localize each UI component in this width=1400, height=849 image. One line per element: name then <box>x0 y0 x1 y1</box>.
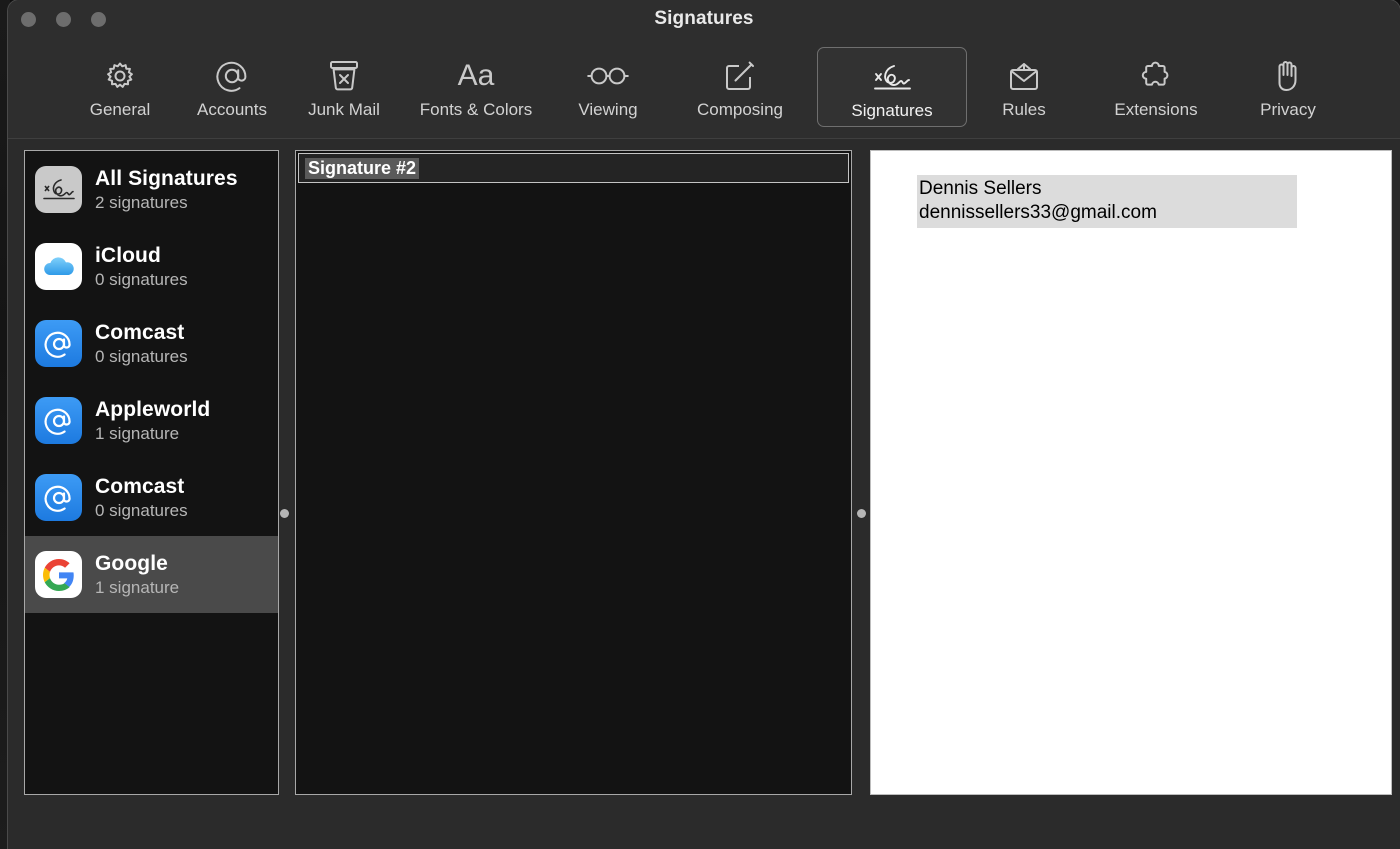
signature-list-item[interactable]: Signature #2 <box>298 153 849 183</box>
toolbar-item-extensions[interactable]: Extensions <box>1081 47 1231 127</box>
at-sign-icon <box>213 56 251 96</box>
screenshot-root: Signatures General Accounts Junk Mail Aa… <box>0 0 1400 849</box>
account-text: iCloud 0 signatures <box>95 244 188 290</box>
preview-body: Dennis Sellers dennissellers33@gmail.com <box>871 151 1391 228</box>
account-text: Comcast 0 signatures <box>95 475 188 521</box>
account-signature-count: 1 signature <box>95 578 180 598</box>
signature-account-icon <box>35 166 82 213</box>
toolbar-item-fonts-colors[interactable]: Aa Fonts & Colors <box>401 47 551 127</box>
toolbar-label: Accounts <box>197 100 267 119</box>
signature-preview-text: Dennis Sellers dennissellers33@gmail.com <box>917 175 1297 228</box>
signature-list-panel: Signature #2 <box>295 150 852 795</box>
account-text: Comcast 0 signatures <box>95 321 188 367</box>
toolbar-item-composing[interactable]: Composing <box>665 47 815 127</box>
toolbar-label: Signatures <box>851 101 933 120</box>
toolbar-label: Extensions <box>1114 100 1198 119</box>
window-title: Signatures <box>654 8 754 29</box>
account-text: Appleworld 1 signature <box>95 398 210 444</box>
signature-name-field[interactable]: Signature #2 <box>305 157 420 179</box>
icloud-icon <box>35 243 82 290</box>
at-sign-account-icon <box>35 397 82 444</box>
toolbar-label: Privacy <box>1260 100 1316 119</box>
gear-icon <box>102 56 138 96</box>
account-row-icloud[interactable]: iCloud 0 signatures <box>25 228 278 305</box>
account-text: All Signatures 2 signatures <box>95 167 238 213</box>
toolbar-item-rules[interactable]: Rules <box>969 47 1079 127</box>
preview-divider-handle[interactable] <box>857 509 866 518</box>
account-signature-count: 0 signatures <box>95 270 188 290</box>
google-g-icon <box>35 551 82 598</box>
signatures-preferences-window: Signatures General Accounts Junk Mail Aa… <box>8 0 1400 849</box>
toolbar-label: Rules <box>1002 100 1046 119</box>
account-row-appleworld[interactable]: Appleworld 1 signature <box>25 382 278 459</box>
glasses-icon <box>586 56 630 96</box>
account-name: Google <box>95 551 168 575</box>
toolbar-item-viewing[interactable]: Viewing <box>553 47 663 127</box>
toolbar-label: Composing <box>697 100 783 119</box>
at-sign-account-icon <box>35 474 82 521</box>
account-row-comcast-2[interactable]: Comcast 0 signatures <box>25 459 278 536</box>
account-name: iCloud <box>95 243 161 267</box>
toolbar-item-junk-mail[interactable]: Junk Mail <box>289 47 399 127</box>
signature-icon <box>867 57 917 97</box>
toolbar-item-accounts[interactable]: Accounts <box>177 47 287 127</box>
account-row-all-signatures[interactable]: All Signatures 2 signatures <box>25 151 278 228</box>
signature-preview-panel[interactable]: Dennis Sellers dennissellers33@gmail.com <box>870 150 1392 795</box>
toolbar-label: Junk Mail <box>308 100 380 119</box>
puzzle-icon <box>1138 56 1174 96</box>
sidebar-divider-handle[interactable] <box>280 509 289 518</box>
preferences-toolbar: General Accounts Junk Mail Aa Fonts & Co… <box>8 43 1400 139</box>
junk-bin-icon <box>327 56 361 96</box>
account-name: Appleworld <box>95 397 211 421</box>
account-signature-count: 0 signatures <box>95 501 188 521</box>
account-signature-count: 0 signatures <box>95 347 188 367</box>
accounts-list-panel: All Signatures 2 signatures iCloud 0 sig… <box>24 150 279 795</box>
account-row-comcast-1[interactable]: Comcast 0 signatures <box>25 305 278 382</box>
toolbar-item-privacy[interactable]: Privacy <box>1233 47 1343 127</box>
toolbar-item-general[interactable]: General <box>65 47 175 127</box>
at-sign-account-icon <box>35 320 82 367</box>
account-name: Comcast <box>95 474 185 498</box>
toolbar-label: Viewing <box>578 100 638 119</box>
compose-pen-icon <box>723 56 757 96</box>
toolbar-item-signatures[interactable]: Signatures <box>817 47 967 127</box>
account-name: Comcast <box>95 320 185 344</box>
title-bar: Signatures <box>8 0 1400 43</box>
hand-icon <box>1272 56 1304 96</box>
toolbar-label: Fonts & Colors <box>419 100 533 119</box>
toolbar-label: General <box>89 100 151 119</box>
aa-text-icon: Aa <box>457 59 495 92</box>
account-text: Google 1 signature <box>95 552 179 598</box>
account-signature-count: 1 signature <box>95 424 180 444</box>
account-row-google[interactable]: Google 1 signature <box>25 536 278 613</box>
account-signature-count: 2 signatures <box>95 193 188 213</box>
signatures-content: All Signatures 2 signatures iCloud 0 sig… <box>8 139 1400 849</box>
rules-mail-icon <box>1006 56 1042 96</box>
account-name: All Signatures <box>95 166 238 190</box>
